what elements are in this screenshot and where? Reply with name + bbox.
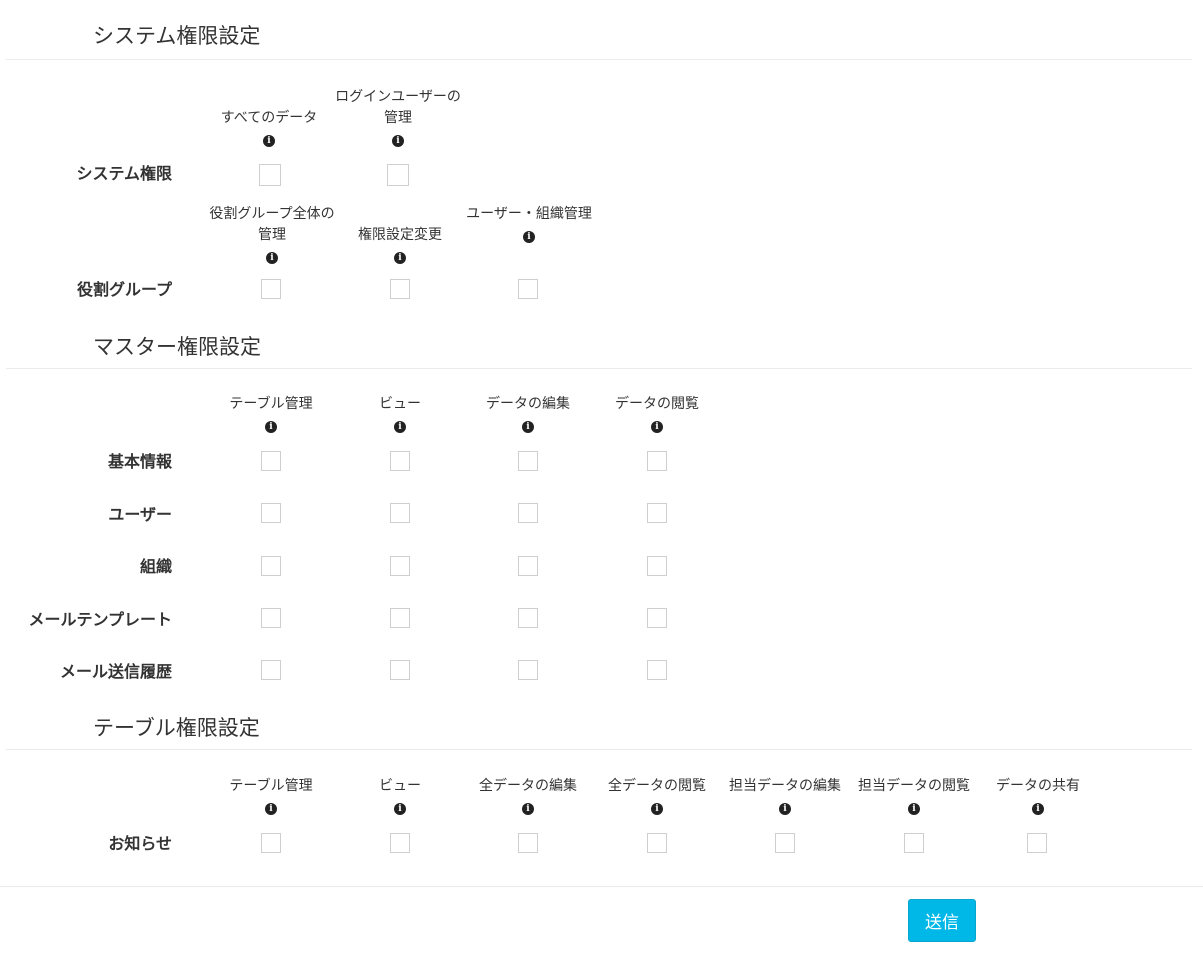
checkbox-role-permission-change[interactable] bbox=[390, 279, 410, 299]
checkbox-master[interactable] bbox=[390, 608, 410, 628]
column-header-label: テーブル管理 bbox=[229, 778, 313, 794]
section-divider bbox=[6, 749, 1192, 750]
checkbox-table[interactable] bbox=[904, 833, 924, 853]
info-icon[interactable]: i bbox=[522, 421, 534, 433]
checkbox-table[interactable] bbox=[775, 833, 795, 853]
column-header: 全データの編集 i bbox=[463, 776, 593, 818]
info-icon[interactable]: i bbox=[265, 803, 277, 815]
checkbox-master[interactable] bbox=[647, 608, 667, 628]
column-header-label: ビュー bbox=[379, 396, 421, 412]
column-header-label: データの閲覧 bbox=[615, 396, 699, 412]
checkbox-role-group-manage[interactable] bbox=[261, 279, 281, 299]
info-icon[interactable]: i bbox=[1032, 803, 1044, 815]
column-header-label: 全データの編集 bbox=[479, 778, 577, 794]
checkbox-table[interactable] bbox=[261, 833, 281, 853]
checkbox-master[interactable] bbox=[518, 608, 538, 628]
checkbox-table[interactable] bbox=[647, 833, 667, 853]
info-icon[interactable]: i bbox=[394, 421, 406, 433]
system-permission-title: システム権限設定 bbox=[93, 24, 261, 48]
info-icon[interactable]: i bbox=[263, 135, 275, 147]
column-header: 担当データの閲覧 i bbox=[849, 776, 979, 818]
info-icon[interactable]: i bbox=[908, 803, 920, 815]
row-label-org: 組織 bbox=[139, 557, 172, 576]
info-icon[interactable]: i bbox=[651, 421, 663, 433]
column-header: データの閲覧 i bbox=[592, 394, 722, 436]
checkbox-master[interactable] bbox=[390, 660, 410, 680]
info-icon[interactable]: i bbox=[394, 803, 406, 815]
checkbox-system-all-data[interactable] bbox=[259, 164, 281, 186]
column-header-label: ログインユーザーの管理 bbox=[335, 89, 461, 126]
row-label-notice: お知らせ bbox=[108, 834, 172, 853]
column-header-label: ビュー bbox=[379, 778, 421, 794]
info-icon[interactable]: i bbox=[523, 231, 535, 243]
row-label-mail-history: メール送信履歴 bbox=[59, 662, 172, 681]
section-divider bbox=[6, 59, 1192, 60]
checkbox-table[interactable] bbox=[518, 833, 538, 853]
column-header: すべてのデータ i bbox=[204, 108, 334, 150]
checkbox-table[interactable] bbox=[1027, 833, 1047, 853]
row-label-basic-info: 基本情報 bbox=[107, 452, 172, 471]
checkbox-table[interactable] bbox=[390, 833, 410, 853]
checkbox-master[interactable] bbox=[261, 451, 281, 471]
column-header-label: データの編集 bbox=[486, 396, 570, 412]
checkbox-master[interactable] bbox=[647, 503, 667, 523]
column-header: データの編集 i bbox=[463, 394, 593, 436]
column-header: 役割グループ全体の管理 i bbox=[207, 204, 337, 267]
column-header: ログインユーザーの管理 i bbox=[333, 87, 463, 150]
column-header-label: 担当データの編集 bbox=[729, 778, 841, 794]
info-icon[interactable]: i bbox=[651, 803, 663, 815]
info-icon[interactable]: i bbox=[779, 803, 791, 815]
column-header: 権限設定変更 i bbox=[335, 225, 465, 267]
column-header-label: テーブル管理 bbox=[229, 396, 313, 412]
checkbox-master[interactable] bbox=[390, 503, 410, 523]
info-icon[interactable]: i bbox=[394, 252, 406, 264]
checkbox-master[interactable] bbox=[390, 451, 410, 471]
column-header-label: すべてのデータ bbox=[220, 110, 318, 126]
column-header-label: ユーザー・組織管理 bbox=[466, 206, 592, 222]
master-permission-title: マスター権限設定 bbox=[93, 335, 261, 359]
column-header-label: 全データの閲覧 bbox=[608, 778, 706, 794]
column-header: 全データの閲覧 i bbox=[592, 776, 722, 818]
column-header-label: 担当データの閲覧 bbox=[858, 778, 970, 794]
info-icon[interactable]: i bbox=[266, 252, 278, 264]
column-header: ビュー i bbox=[335, 776, 465, 818]
footer-divider bbox=[0, 886, 1203, 887]
column-header: テーブル管理 i bbox=[206, 776, 336, 818]
checkbox-system-login-user[interactable] bbox=[387, 164, 409, 186]
checkbox-master[interactable] bbox=[390, 556, 410, 576]
table-permission-title: テーブル権限設定 bbox=[93, 716, 260, 740]
info-icon[interactable]: i bbox=[522, 803, 534, 815]
column-header: データの共有 i bbox=[973, 776, 1103, 818]
column-header: ユーザー・組織管理 i bbox=[464, 204, 594, 246]
column-header-label: データの共有 bbox=[996, 778, 1080, 794]
row-label-system: システム権限 bbox=[76, 164, 172, 183]
row-label-mail-template: メールテンプレート bbox=[28, 610, 172, 629]
column-header: ビュー i bbox=[335, 394, 465, 436]
section-divider bbox=[6, 368, 1192, 369]
row-label-role-group: 役割グループ bbox=[76, 280, 172, 299]
checkbox-master[interactable] bbox=[518, 556, 538, 576]
checkbox-master[interactable] bbox=[647, 451, 667, 471]
info-icon[interactable]: i bbox=[265, 421, 277, 433]
checkbox-master[interactable] bbox=[518, 451, 538, 471]
info-icon[interactable]: i bbox=[392, 135, 404, 147]
column-header-label: 権限設定変更 bbox=[358, 227, 442, 243]
row-label-user: ユーザー bbox=[108, 505, 172, 524]
column-header-label: 役割グループ全体の管理 bbox=[209, 206, 335, 243]
submit-button[interactable]: 送信 bbox=[908, 899, 976, 942]
checkbox-master[interactable] bbox=[647, 660, 667, 680]
column-header: 担当データの編集 i bbox=[720, 776, 850, 818]
checkbox-master[interactable] bbox=[518, 660, 538, 680]
checkbox-master[interactable] bbox=[647, 556, 667, 576]
column-header: テーブル管理 i bbox=[206, 394, 336, 436]
checkbox-master[interactable] bbox=[261, 608, 281, 628]
checkbox-master[interactable] bbox=[261, 503, 281, 523]
checkbox-master[interactable] bbox=[518, 503, 538, 523]
checkbox-role-user-org[interactable] bbox=[518, 279, 538, 299]
checkbox-master[interactable] bbox=[261, 556, 281, 576]
checkbox-master[interactable] bbox=[261, 660, 281, 680]
